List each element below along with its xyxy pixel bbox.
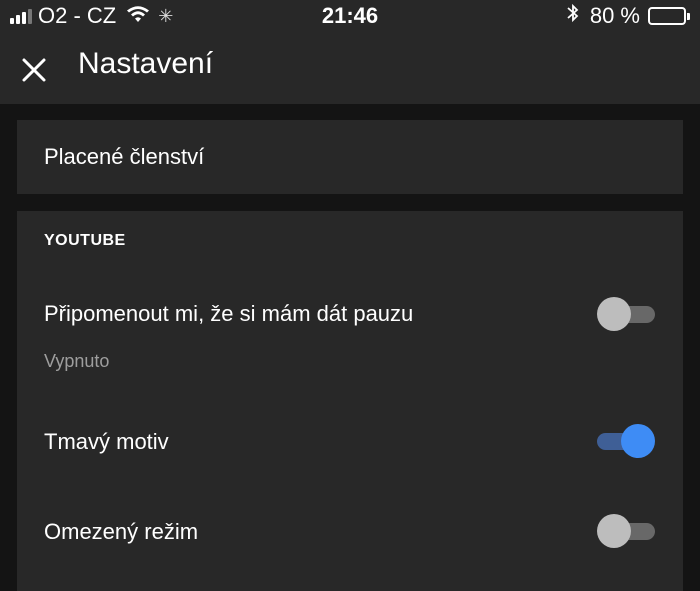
- restricted-mode-toggle[interactable]: [597, 514, 655, 548]
- break-reminder-toggle[interactable]: [597, 297, 655, 331]
- close-icon: [22, 58, 46, 82]
- page-title: Nastavení: [78, 47, 214, 80]
- app-header: Nastavení: [0, 34, 700, 104]
- battery-percent: 80 %: [589, 3, 640, 28]
- close-button[interactable]: [14, 50, 54, 90]
- setting-label: Tmavý motiv: [44, 429, 169, 454]
- dark-theme-toggle[interactable]: [597, 424, 655, 458]
- youtube-settings-card: YOUTUBE Připomenout mi, že si mám dát pa…: [17, 211, 683, 591]
- setting-label: Připomenout mi, že si mám dát pauzu: [44, 301, 414, 326]
- bluetooth-icon: [566, 3, 580, 29]
- membership-label: Placené členství: [44, 144, 205, 169]
- section-heading: YOUTUBE: [44, 232, 126, 249]
- battery-icon: [648, 7, 690, 25]
- setting-label: Omezený režim: [44, 519, 199, 544]
- membership-card[interactable]: Placené členství: [17, 120, 683, 194]
- setting-status: Vypnuto: [44, 351, 110, 371]
- status-right: 80 %: [566, 3, 690, 29]
- status-bar: O2 - CZ ✳ 21:46 80 %: [0, 0, 700, 34]
